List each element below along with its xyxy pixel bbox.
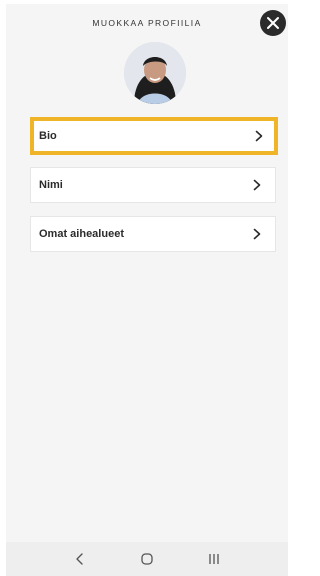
- nav-home-button[interactable]: [132, 544, 162, 574]
- avatar[interactable]: [124, 42, 186, 104]
- menu-item-label: Omat aihealueet: [39, 228, 124, 240]
- menu-item-bio[interactable]: Bio: [30, 117, 278, 155]
- close-icon: [267, 17, 279, 29]
- menu-item-label: Nimi: [39, 179, 63, 191]
- home-icon: [141, 553, 153, 565]
- back-icon: [75, 553, 83, 565]
- page-title: MUOKKAA PROFIILIA: [92, 18, 202, 28]
- menu-item-omat-aihealueet[interactable]: Omat aihealueet: [30, 216, 276, 252]
- recents-icon: [209, 554, 219, 564]
- profile-edit-screen: MUOKKAA PROFIILIA Bio Nimi Omat aihealue…: [6, 4, 288, 576]
- nav-back-button[interactable]: [65, 544, 95, 574]
- chevron-right-icon: [253, 228, 261, 240]
- chevron-right-icon: [255, 130, 263, 142]
- profile-photo: [124, 42, 186, 104]
- chevron-right-icon: [253, 179, 261, 191]
- nav-recents-button[interactable]: [199, 544, 229, 574]
- system-nav-bar: [6, 542, 288, 576]
- menu-item-nimi[interactable]: Nimi: [30, 167, 276, 203]
- close-button[interactable]: [260, 10, 286, 36]
- menu-item-label: Bio: [39, 130, 57, 142]
